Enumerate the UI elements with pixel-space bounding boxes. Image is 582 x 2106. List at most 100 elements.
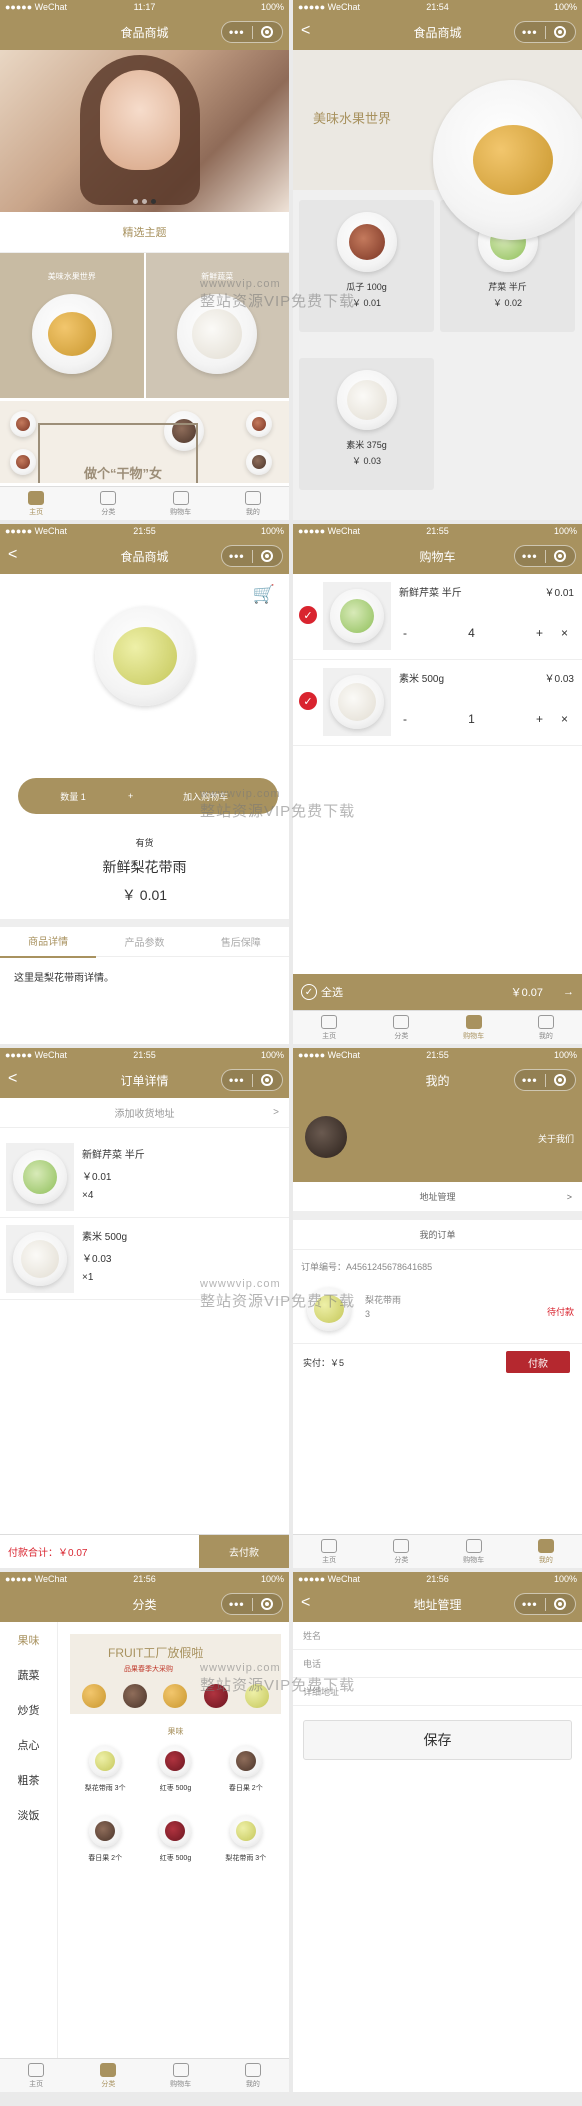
cart-icon[interactable]: 🛒 — [253, 584, 275, 605]
back-icon[interactable]: < — [301, 1594, 310, 1612]
delete-button[interactable]: × — [561, 626, 568, 640]
capsule-menu[interactable]: ••• — [514, 545, 576, 567]
capsule-menu[interactable]: ••• — [514, 21, 576, 43]
minus-button[interactable]: - — [403, 626, 407, 640]
tab-category[interactable]: 分类 — [72, 487, 144, 520]
checkbox-icon[interactable]: ✓ — [299, 606, 317, 624]
more-icon[interactable]: ••• — [515, 25, 545, 39]
close-mini-icon[interactable] — [253, 1598, 283, 1610]
checkout-arrow-icon[interactable]: → — [563, 986, 574, 998]
battery: 100% — [553, 1050, 577, 1060]
tab-home[interactable]: 主页 — [293, 1535, 365, 1568]
pay-button[interactable]: 付款 — [506, 1351, 570, 1373]
clock: 21:56 — [133, 1574, 156, 1584]
tab-mine[interactable]: 我的 — [510, 1011, 582, 1044]
order-summary-item[interactable]: 梨花带雨 3 待付款 — [293, 1283, 582, 1343]
tab-mine[interactable]: 我的 — [217, 487, 289, 520]
tab-cart[interactable]: 购物车 — [438, 1011, 510, 1044]
tab-category[interactable]: 分类 — [365, 1535, 437, 1568]
capsule-menu[interactable]: ••• — [221, 1069, 283, 1091]
close-mini-icon[interactable] — [253, 550, 283, 562]
more-icon[interactable]: ••• — [515, 1073, 545, 1087]
back-icon[interactable]: < — [8, 1070, 17, 1088]
page-title: 地址管理 — [413, 1597, 462, 1612]
tab-home[interactable]: 主页 — [0, 2059, 72, 2092]
tab-params[interactable]: 产品参数 — [96, 926, 192, 957]
category-banner[interactable]: FRUIT工厂放假啦 品果春季大采购 — [70, 1634, 281, 1714]
more-icon[interactable]: ••• — [222, 1597, 252, 1611]
tab-category[interactable]: 分类 — [72, 2059, 144, 2092]
home-icon — [28, 490, 45, 505]
item-name: 春日果 2个 — [228, 1785, 263, 1792]
sidebar-item-roasted[interactable]: 炒货 — [0, 1692, 57, 1727]
tab-category[interactable]: 分类 — [365, 1011, 437, 1044]
tab-cart[interactable]: 购物车 — [145, 487, 217, 520]
add-address-row[interactable]: 添加收货地址 > — [0, 1098, 289, 1128]
tab-cart[interactable]: 购物车 — [145, 2059, 217, 2092]
hero-carousel[interactable] — [0, 50, 289, 212]
item-price: ￥0.01 — [82, 1172, 112, 1183]
address-field[interactable]: 详细地址 — [293, 1678, 582, 1706]
category-item[interactable]: 红枣 500g — [140, 1815, 210, 1885]
capsule-menu[interactable]: ••• — [221, 1593, 283, 1615]
tab-aftersale[interactable]: 售后保障 — [193, 926, 289, 957]
theme-fruit[interactable]: 美味水果世界 — [0, 253, 144, 398]
category-item[interactable]: 梨花带雨 3个 — [211, 1815, 281, 1885]
save-button[interactable]: 保存 — [303, 1720, 572, 1760]
category-item[interactable]: 红枣 500g — [140, 1745, 210, 1815]
quantity-selector[interactable]: 数量 1 — [18, 790, 128, 803]
phone-field[interactable]: 电话 — [293, 1650, 582, 1678]
sidebar-item-meal[interactable]: 淡饭 — [0, 1797, 57, 1832]
checkbox-icon[interactable]: ✓ — [299, 692, 317, 710]
sidebar-item-tea[interactable]: 粗茶 — [0, 1762, 57, 1797]
close-mini-icon[interactable] — [546, 1074, 576, 1086]
category-item[interactable]: 春日果 2个 — [211, 1745, 281, 1815]
plus-button[interactable]: + — [536, 626, 543, 640]
theme-veg[interactable]: 新鲜蔬菜 — [145, 253, 289, 398]
add-to-cart-button[interactable]: 加入购物车 — [133, 790, 278, 803]
close-mini-icon[interactable] — [546, 26, 576, 38]
minus-button[interactable]: - — [403, 712, 407, 726]
close-mini-icon[interactable] — [253, 1074, 283, 1086]
tab-mine[interactable]: 我的 — [217, 2059, 289, 2092]
sidebar-item-veg[interactable]: 蔬菜 — [0, 1657, 57, 1692]
delete-button[interactable]: × — [561, 712, 568, 726]
select-all[interactable]: ✓ 全选 — [301, 984, 511, 1000]
about-us-link[interactable]: 关于我们 — [538, 1132, 574, 1145]
carrier: ●●●●● WeChat — [298, 2, 361, 12]
address-management-row[interactable]: 地址管理 > — [293, 1182, 582, 1212]
close-mini-icon[interactable] — [546, 550, 576, 562]
tab-detail[interactable]: 商品详情 — [0, 925, 97, 958]
pay-button[interactable]: 去付款 — [199, 1535, 289, 1568]
more-icon[interactable]: ••• — [515, 549, 545, 563]
tab-home[interactable]: 主页 — [0, 487, 72, 520]
check-circle-icon: ✓ — [301, 984, 317, 1000]
capsule-menu[interactable]: ••• — [514, 1069, 576, 1091]
avatar[interactable] — [305, 1116, 347, 1158]
category-item[interactable]: 梨花带雨 3个 — [70, 1745, 140, 1815]
back-icon[interactable]: < — [8, 546, 17, 564]
tab-cart[interactable]: 购物车 — [438, 1535, 510, 1568]
more-icon[interactable]: ••• — [515, 1597, 545, 1611]
more-icon[interactable]: ••• — [222, 549, 252, 563]
sidebar-item-snacks[interactable]: 点心 — [0, 1727, 57, 1762]
cart-total: ￥0.07 — [510, 987, 543, 999]
tab-home[interactable]: 主页 — [293, 1011, 365, 1044]
close-mini-icon[interactable] — [253, 26, 283, 38]
product-card[interactable]: 素米 375g ￥ 0.03 — [299, 358, 434, 490]
tab-mine[interactable]: 我的 — [510, 1535, 582, 1568]
plus-button[interactable]: + — [536, 712, 543, 726]
more-icon[interactable]: ••• — [222, 25, 252, 39]
name-field[interactable]: 姓名 — [293, 1622, 582, 1650]
product-card[interactable]: 瓜子 100g ￥ 0.01 — [299, 200, 434, 332]
dry-goods-banner[interactable]: 做个“干物”女 — [0, 401, 289, 483]
back-icon[interactable]: < — [301, 22, 310, 40]
close-mini-icon[interactable] — [546, 1598, 576, 1610]
capsule-menu[interactable]: ••• — [221, 545, 283, 567]
more-icon[interactable]: ••• — [222, 1073, 252, 1087]
order-total: 付款合计：￥0.07 — [8, 1548, 88, 1559]
capsule-menu[interactable]: ••• — [221, 21, 283, 43]
capsule-menu[interactable]: ••• — [514, 1593, 576, 1615]
sidebar-item-fruit[interactable]: 果味 — [0, 1622, 57, 1657]
category-item[interactable]: 春日果 2个 — [70, 1815, 140, 1885]
